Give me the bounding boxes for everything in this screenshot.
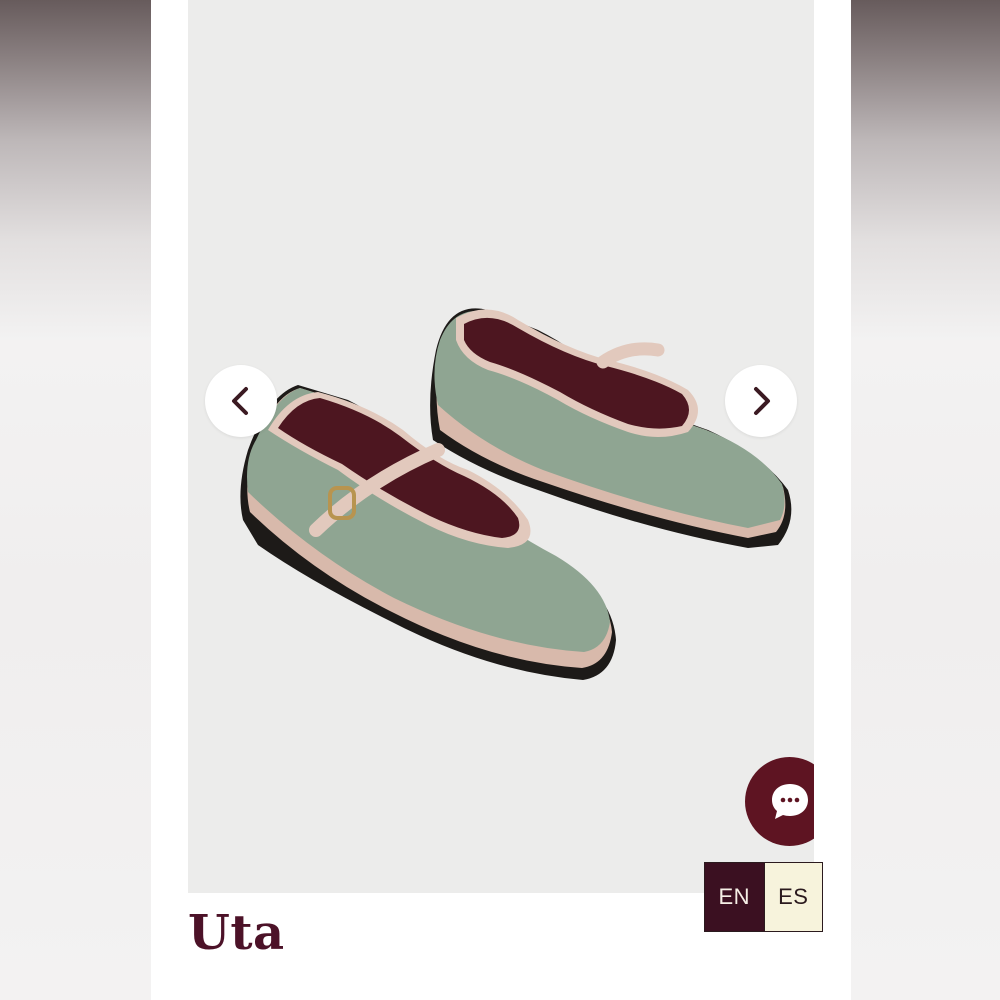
- chat-bubble-icon: [771, 783, 808, 819]
- image-gallery: [188, 0, 814, 893]
- product-page: EN ES Uta: [151, 0, 851, 1000]
- left-backdrop: [0, 0, 151, 1000]
- previous-image-button[interactable]: [205, 365, 277, 437]
- chevron-right-icon: [754, 387, 770, 415]
- right-backdrop: [849, 0, 1000, 1000]
- product-title: Uta: [188, 905, 285, 961]
- next-image-button[interactable]: [725, 365, 797, 437]
- chevron-left-icon: [232, 387, 248, 415]
- product-image: [240, 308, 792, 680]
- language-option-en[interactable]: EN: [705, 863, 764, 931]
- language-switcher: EN ES: [704, 862, 823, 932]
- language-option-es[interactable]: ES: [763, 863, 822, 931]
